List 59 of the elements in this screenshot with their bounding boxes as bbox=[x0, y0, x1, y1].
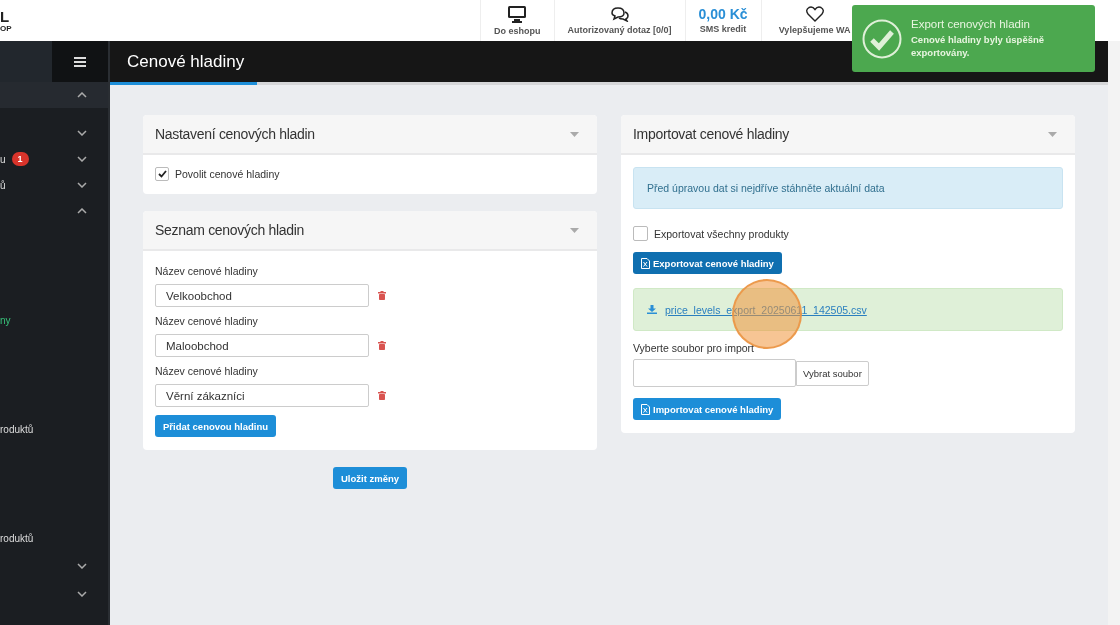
import-button[interactable]: Importovat cenové hladiny bbox=[633, 398, 782, 420]
nav-label: Do eshopu bbox=[494, 25, 541, 36]
logo-subtitle: OP bbox=[0, 24, 12, 33]
monitor-icon bbox=[508, 5, 527, 23]
checkbox-label: Exportovat všechny produkty bbox=[654, 227, 789, 240]
checkbox-label: Povolit cenové hladiny bbox=[175, 168, 280, 180]
trash-icon[interactable] bbox=[378, 341, 386, 350]
sidebar-item[interactable]: ny bbox=[0, 307, 108, 333]
heart-icon bbox=[805, 6, 824, 22]
trash-icon[interactable] bbox=[378, 391, 386, 400]
sidebar-label: roduktů bbox=[0, 423, 34, 435]
file-input-field[interactable] bbox=[633, 359, 796, 387]
toast-message: Cenové hladiny byly úspěšně exportovány. bbox=[911, 33, 1046, 59]
nav-label: Vylepšujeme WA bbox=[778, 25, 851, 35]
card-title: Seznam cenových hladin bbox=[155, 222, 305, 238]
info-text: Před úpravou dat si nejdříve stáhněte aktuální data bbox=[647, 182, 885, 194]
checkbox[interactable] bbox=[155, 167, 169, 181]
input-field[interactable]: Maloobchod bbox=[155, 334, 369, 357]
field-label: Název cenové hladiny bbox=[155, 265, 259, 277]
chat-icon bbox=[610, 6, 629, 22]
field-label: Název cenové hladiny bbox=[155, 365, 259, 377]
nav-label: Autorizovaný dotaz [0/0] bbox=[567, 24, 672, 35]
trash-icon[interactable] bbox=[378, 291, 386, 300]
check-circle-icon bbox=[862, 18, 902, 59]
checkbox[interactable] bbox=[633, 226, 648, 241]
sidebar-item[interactable]: u 1 bbox=[0, 146, 108, 172]
count-badge: 1 bbox=[11, 152, 29, 166]
menu-button[interactable] bbox=[52, 41, 108, 82]
input-field[interactable]: Velkoobchod bbox=[155, 284, 369, 307]
nav-label: SMS kredit bbox=[699, 24, 747, 34]
logo-letter: L bbox=[0, 10, 10, 24]
add-level-button[interactable]: Přidat cenovou hladinu bbox=[155, 415, 277, 437]
sidebar-label: ů bbox=[0, 179, 6, 191]
field-label: Název cenové hladiny bbox=[155, 315, 259, 327]
input-field[interactable]: Věrní zákazníci bbox=[155, 384, 369, 407]
sidebar-header bbox=[0, 41, 52, 82]
caret-icon[interactable] bbox=[1048, 131, 1057, 137]
card-title: Importovat cenové hladiny bbox=[633, 126, 789, 142]
card-title: Nastavení cenových hladin bbox=[155, 126, 315, 142]
save-button[interactable]: Uložit změny bbox=[332, 467, 408, 489]
caret-icon[interactable] bbox=[570, 227, 579, 233]
toast-title: Export cenových hladin bbox=[911, 18, 1031, 30]
scrollbar-track[interactable] bbox=[1108, 41, 1120, 625]
file-icon bbox=[641, 257, 650, 269]
credit-amount: 0,00 Kč bbox=[698, 7, 748, 21]
file-icon bbox=[641, 403, 650, 415]
sidebar-label: u bbox=[0, 153, 6, 165]
download-icon bbox=[647, 305, 657, 314]
page-title: Cenové hladiny bbox=[127, 51, 245, 72]
field-label: Vyberte soubor pro import bbox=[633, 342, 755, 354]
sidebar-item[interactable]: roduktů bbox=[0, 416, 108, 442]
caret-icon[interactable] bbox=[570, 131, 579, 137]
export-button[interactable]: Exportovat cenové hladiny bbox=[633, 252, 782, 274]
sidebar-label: roduktů bbox=[0, 532, 34, 544]
menu-icon bbox=[74, 56, 86, 67]
sidebar-label: ny bbox=[0, 314, 11, 326]
sidebar-item[interactable]: ů bbox=[0, 172, 108, 198]
sidebar-item[interactable]: roduktů bbox=[0, 525, 108, 551]
browse-button[interactable]: Vybrat soubor bbox=[796, 360, 869, 386]
